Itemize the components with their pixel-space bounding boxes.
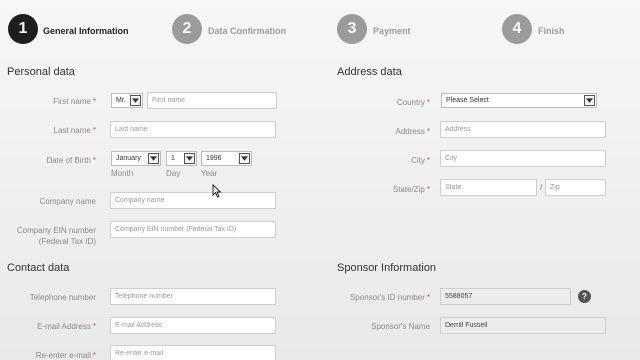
chevron-down-icon xyxy=(130,95,141,106)
state-input[interactable] xyxy=(440,179,537,196)
required-mark: * xyxy=(92,351,96,360)
address-input[interactable] xyxy=(440,121,606,138)
reenter-email-label: Re-enter e-mail * xyxy=(0,350,96,360)
last-name-input[interactable] xyxy=(110,121,276,138)
salutation-select[interactable]: Mr. xyxy=(111,93,143,108)
required-mark: * xyxy=(92,156,96,165)
sponsor-heading: Sponsor Information xyxy=(337,262,437,274)
sponsor-id-label: Sponsor's ID number * xyxy=(330,292,430,303)
label-text: Country xyxy=(396,98,425,107)
label-text: E-mail Address xyxy=(37,322,91,331)
step-number: 4 xyxy=(512,20,522,37)
select-value: 1 xyxy=(171,155,175,162)
select-value: Mr. xyxy=(116,97,126,104)
birth-day-select[interactable]: 1 xyxy=(166,151,197,166)
telephone-label: Telephone number xyxy=(29,293,96,302)
address-data-heading: Address data xyxy=(337,66,402,78)
label-text: First name xyxy=(53,97,91,106)
month-sublabel: Month xyxy=(111,169,134,178)
chevron-down-icon xyxy=(584,95,595,106)
label-text: Address xyxy=(395,127,425,136)
step-number: 1 xyxy=(18,20,28,37)
question-icon[interactable]: ? xyxy=(578,290,591,303)
label-text: Last name xyxy=(53,126,91,135)
select-value: 1996 xyxy=(206,155,222,162)
required-mark: * xyxy=(426,98,430,107)
city-input[interactable] xyxy=(440,150,606,167)
chevron-down-icon xyxy=(148,153,159,164)
telephone-input[interactable] xyxy=(110,288,276,305)
email-input[interactable] xyxy=(110,317,276,334)
step-number: 3 xyxy=(347,20,357,37)
select-value: January xyxy=(116,155,141,162)
birth-year-select[interactable]: 1996 xyxy=(201,151,252,166)
first-name-label: First name * xyxy=(0,96,96,107)
label-text: Company EIN number xyxy=(16,226,96,235)
sponsor-name-input xyxy=(440,317,606,334)
step-4-circle[interactable]: 4 xyxy=(502,14,532,44)
select-value: Please Select xyxy=(446,97,489,104)
birth-month-select[interactable]: January xyxy=(111,151,161,166)
last-name-label: Last name * xyxy=(0,125,96,136)
step-3-circle[interactable]: 3 xyxy=(337,14,367,44)
label-text: Re-enter e-mail xyxy=(35,351,91,360)
step-2-circle[interactable]: 2 xyxy=(172,14,202,44)
required-mark: * xyxy=(426,156,430,165)
reenter-email-input[interactable] xyxy=(110,345,276,360)
email-label: E-mail Address * xyxy=(0,321,96,332)
date-of-birth-label: Date of Birth * xyxy=(0,155,96,166)
step-4-label[interactable]: Finish xyxy=(538,26,565,36)
day-sublabel: Day xyxy=(166,169,181,178)
step-2-label[interactable]: Data Confirmation xyxy=(208,26,286,36)
zip-input[interactable] xyxy=(545,179,606,196)
company-name-label: Company name xyxy=(39,197,96,206)
mouse-cursor-icon xyxy=(212,184,222,198)
company-name-input[interactable] xyxy=(110,192,276,209)
contact-data-heading: Contact data xyxy=(7,262,70,274)
label-text: Sponsor's ID number xyxy=(349,293,425,302)
personal-data-heading: Personal data xyxy=(7,66,75,78)
country-select[interactable]: Please Select xyxy=(441,93,597,108)
address-label: Address * xyxy=(330,126,430,137)
required-mark: * xyxy=(92,322,96,331)
required-mark: * xyxy=(92,126,96,135)
step-1-label[interactable]: General Information xyxy=(43,26,129,36)
state-zip-separator: / xyxy=(540,183,543,192)
label-text: State/Zip xyxy=(392,185,425,194)
company-ein-input[interactable] xyxy=(110,221,276,238)
company-ein-label: Company EIN number (Federal Tax ID) xyxy=(0,225,96,247)
year-sublabel: Year xyxy=(201,169,218,178)
step-number: 2 xyxy=(182,20,192,37)
label-text: Date of Birth xyxy=(46,156,91,165)
state-zip-label: State/Zip * xyxy=(330,184,430,195)
required-mark: * xyxy=(426,127,430,136)
city-label: City * xyxy=(330,155,430,166)
label-text: City xyxy=(411,156,425,165)
sponsor-name-label: Sponsor's Name xyxy=(371,322,430,331)
label-text-line2: (Federal Tax ID) xyxy=(38,237,96,246)
required-mark: * xyxy=(426,185,430,194)
first-name-input[interactable] xyxy=(147,92,277,109)
sponsor-id-input[interactable] xyxy=(440,288,571,305)
step-1-circle[interactable]: 1 xyxy=(8,14,38,44)
required-mark: * xyxy=(426,293,430,302)
chevron-down-icon xyxy=(239,153,250,164)
chevron-down-icon xyxy=(184,153,195,164)
step-3-label[interactable]: Payment xyxy=(373,26,411,36)
country-label: Country * xyxy=(330,97,430,108)
required-mark: * xyxy=(92,97,96,106)
